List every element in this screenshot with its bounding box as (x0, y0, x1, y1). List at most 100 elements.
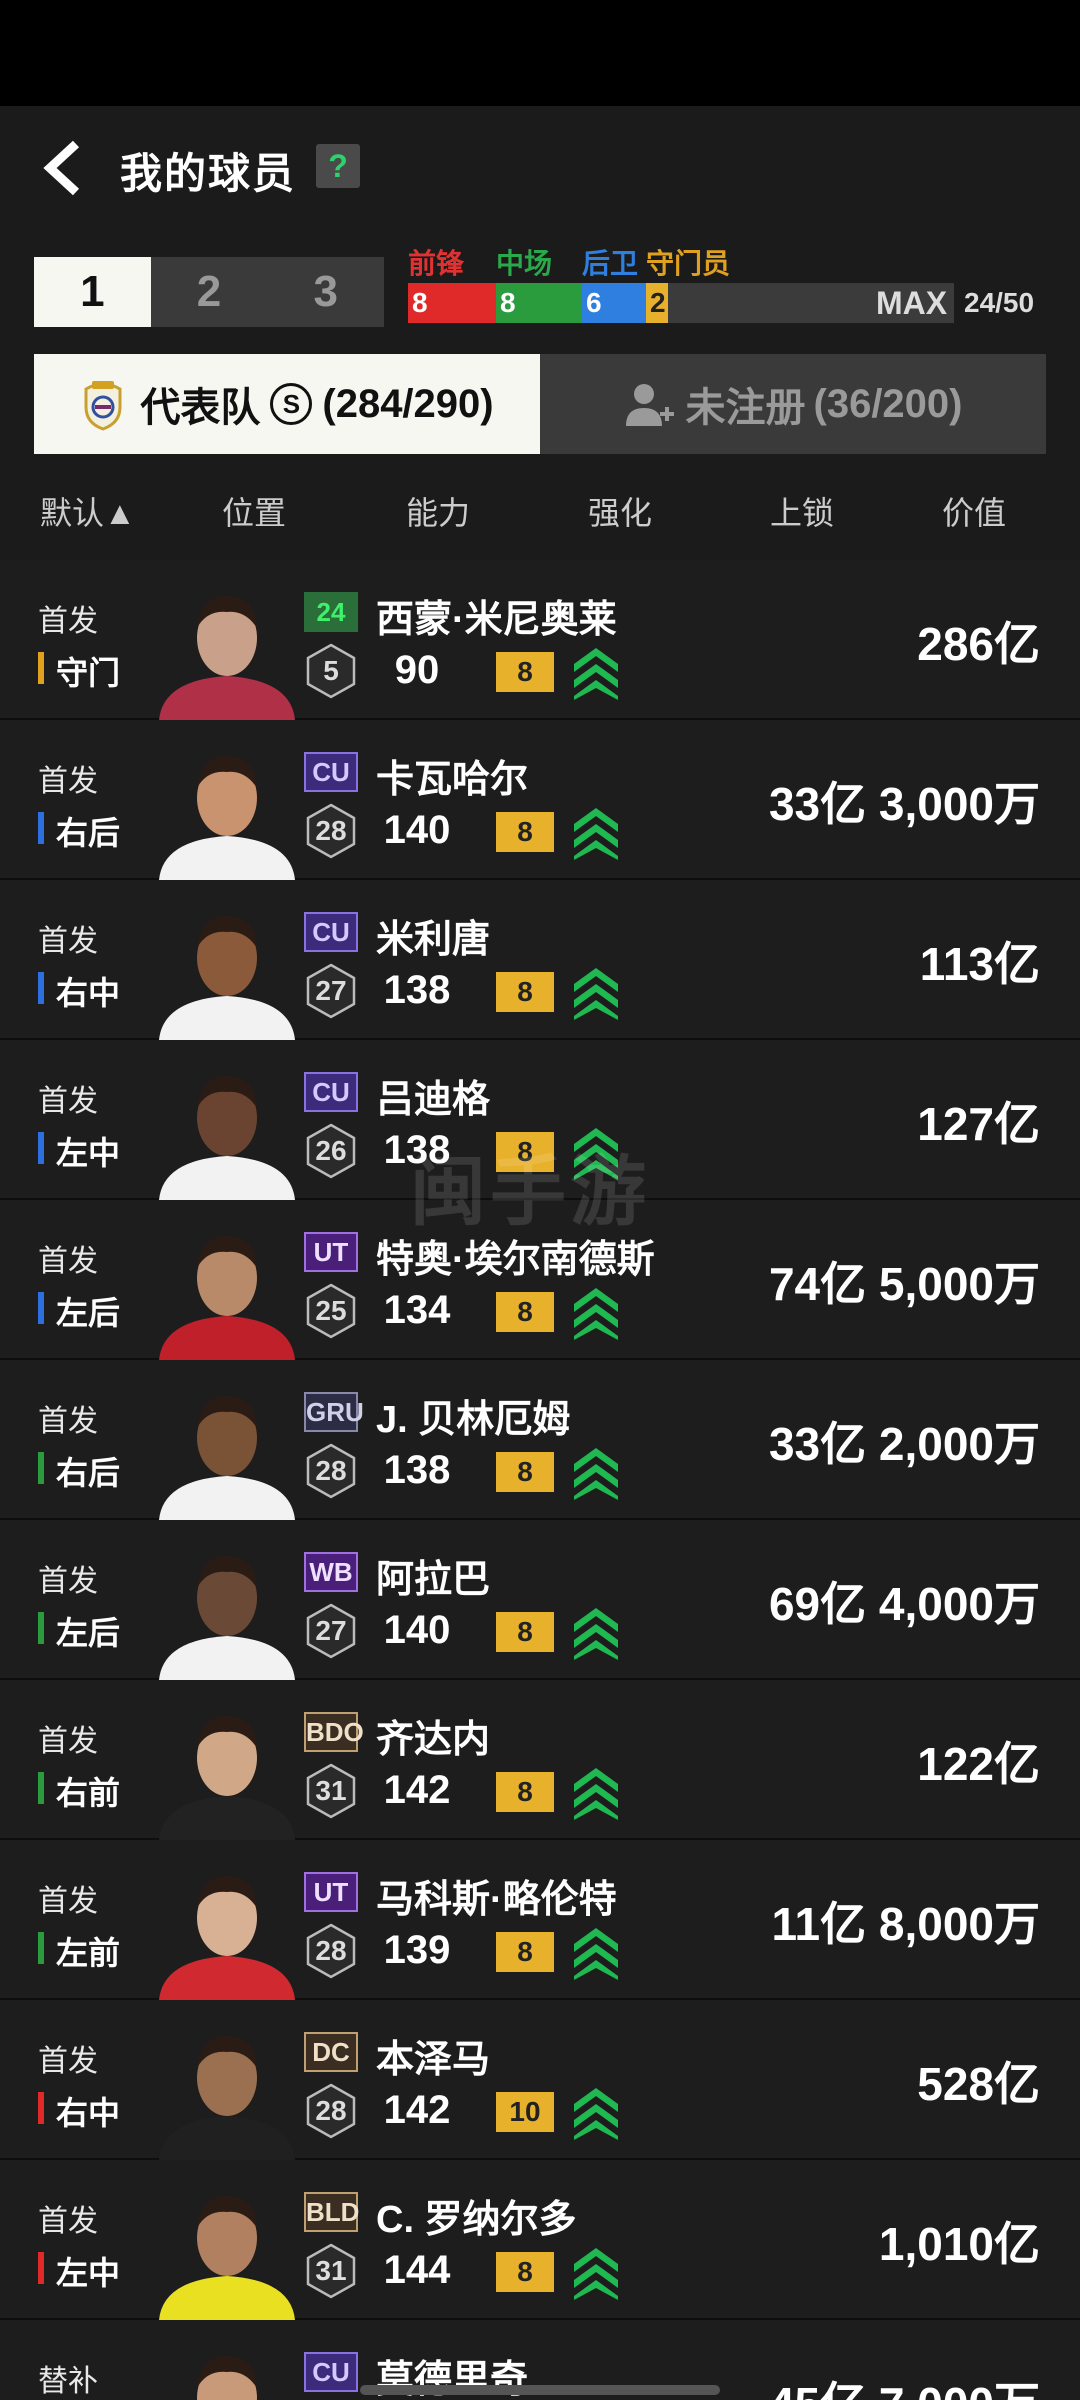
sort-ability[interactable]: 能力 (406, 488, 470, 534)
tab-page-1[interactable]: 1 (34, 257, 151, 327)
player-value: 11亿 8,000万 (771, 1898, 1040, 1950)
lineup-status: 首发 (38, 1725, 98, 1758)
player-age: 28 (315, 1935, 347, 1966)
card-type-badge: DC (304, 2032, 358, 2072)
player-value: 127亿 (917, 1098, 1040, 1150)
player-photo (159, 1236, 295, 1360)
player-row[interactable]: 首发 守门 24 5 西蒙·米尼奥莱 90 8 286亿 (0, 560, 1080, 720)
player-name: 吕迪格 (376, 1079, 491, 1121)
player-photo (159, 596, 295, 720)
position-label: 左中 (56, 2255, 121, 2291)
position-label: 左中 (56, 1135, 121, 1171)
lineup-status: 首发 (38, 2045, 98, 2078)
player-row[interactable]: 首发 右后 CU 28 卡瓦哈尔 140 8 33亿 3,000万 (0, 720, 1080, 880)
position-color-bar (38, 652, 44, 684)
tab-registered-team[interactable]: 代表队 S (284/290) (34, 354, 540, 454)
card-type-badge: UT (304, 1232, 358, 1272)
lineup-status: 首发 (38, 925, 98, 958)
player-row[interactable]: 首发 右中 DC 28 本泽马 142 10 528亿 (0, 2000, 1080, 2160)
chevron-up-icon (574, 2088, 618, 2140)
player-value: 33亿 3,000万 (768, 778, 1040, 830)
lineup-status: 首发 (38, 1565, 98, 1598)
club-crest-icon (84, 381, 122, 431)
sort-value[interactable]: 价值 (942, 488, 1006, 534)
squad-count: 24/50 (964, 287, 1035, 318)
player-age: 28 (315, 815, 347, 846)
position-color-bar (38, 1932, 44, 1964)
chevron-up-icon (574, 1608, 618, 1660)
watermark: 闽手游 (410, 1150, 650, 1235)
player-value: 45亿 7,000万 (769, 2368, 1040, 2400)
player-age: 27 (315, 975, 347, 1006)
tab-page-3[interactable]: 3 (267, 257, 384, 327)
team-count: (284/290) (322, 381, 494, 426)
player-row[interactable]: 首发 右前 BDO 31 齐达内 142 8 122亿 (0, 1680, 1080, 1840)
chevron-up-icon (574, 1288, 618, 1340)
sort-upgrade[interactable]: 强化 (588, 488, 652, 534)
player-row[interactable]: 首发 左中 BLD 31 C. 罗纳尔多 144 8 1,010亿 (0, 2160, 1080, 2320)
player-rating: 138 (383, 1448, 451, 1492)
upgrade-level: 8 (496, 1452, 554, 1492)
position-color-bar (38, 1612, 44, 1644)
position-color-bar (38, 2092, 44, 2124)
player-row[interactable]: 首发 左后 WB 27 阿拉巴 140 8 69亿 4,000万 (0, 1520, 1080, 1680)
position-color-bar (38, 2252, 44, 2284)
midfield-count: 8 (496, 283, 582, 323)
upgrade-level: 8 (496, 812, 554, 852)
add-user-icon (625, 384, 674, 426)
player-rating: 138 (383, 968, 451, 1012)
player-value: 122亿 (917, 1738, 1040, 1790)
team-tabs: 代表队 S (284/290) 未注册 (36/200) (34, 354, 1046, 454)
header: 我的球员 ? (0, 106, 1080, 226)
sort-default[interactable]: 默认▲ (40, 488, 136, 534)
card-type-badge: CU (304, 2352, 358, 2392)
unregistered-label: 未注册 (685, 386, 806, 430)
label-midfield: 中场 (496, 248, 553, 279)
player-rating: 140 (383, 808, 451, 852)
position-color-bar (38, 1452, 44, 1484)
upgrade-level: 8 (496, 652, 554, 692)
player-photo (159, 2036, 295, 2160)
player-photo (197, 2356, 257, 2400)
position-label: 右后 (56, 815, 121, 851)
lineup-status: 替补 (38, 2365, 98, 2398)
player-row[interactable]: 首发 左前 UT 28 马科斯·略伦特 139 8 11亿 8,000万 (0, 1840, 1080, 2000)
scrollbar[interactable] (360, 2385, 720, 2395)
position-label: 左前 (56, 1935, 121, 1971)
player-age: 27 (315, 1615, 347, 1646)
player-name: 阿拉巴 (376, 1559, 491, 1601)
player-photo (159, 916, 295, 1040)
card-type-badge: CU (304, 1072, 358, 1112)
tab-unregistered[interactable]: 未注册 (36/200) (540, 354, 1046, 454)
player-value: 69亿 4,000万 (768, 1578, 1040, 1630)
page-tabs: 1 2 3 (34, 257, 384, 327)
player-name: 米利唐 (376, 919, 491, 961)
position-label: 左后 (56, 1615, 121, 1651)
player-name: 卡瓦哈尔 (376, 759, 529, 801)
position-labels: 前锋 中场 后卫 守门员 (408, 242, 730, 282)
player-age: 5 (323, 655, 339, 686)
max-label: MAX (876, 285, 948, 321)
player-age: 28 (315, 2095, 347, 2126)
card-type-badge: 24 (304, 592, 358, 632)
player-age: 31 (315, 2255, 347, 2286)
player-photo (159, 756, 295, 880)
player-row[interactable]: 首发 右后 GRU 28 J. 贝林厄姆 138 8 33亿 2,000万 (0, 1360, 1080, 1520)
upgrade-level: 8 (496, 1932, 554, 1972)
position-count-bar: 8 8 6 2 (408, 283, 954, 323)
position-label: 右前 (56, 1775, 121, 1811)
label-goalkeeper: 守门员 (646, 248, 731, 279)
player-rating: 90 (394, 648, 440, 692)
upgrade-level: 8 (496, 2252, 554, 2292)
team-label: 代表队 (140, 386, 261, 430)
upgrade-level: 8 (496, 1612, 554, 1652)
player-photo (159, 1556, 295, 1680)
sort-lock[interactable]: 上锁 (770, 488, 834, 534)
back-arrow-icon[interactable] (38, 138, 86, 198)
position-color-bar (38, 812, 44, 844)
tab-page-2[interactable]: 2 (151, 257, 268, 327)
help-icon[interactable]: ? (316, 144, 360, 188)
sort-position[interactable]: 位置 (222, 488, 286, 534)
goalkeeper-count: 2 (646, 283, 668, 323)
player-row[interactable]: 首发 右中 CU 27 米利唐 138 8 113亿 (0, 880, 1080, 1040)
